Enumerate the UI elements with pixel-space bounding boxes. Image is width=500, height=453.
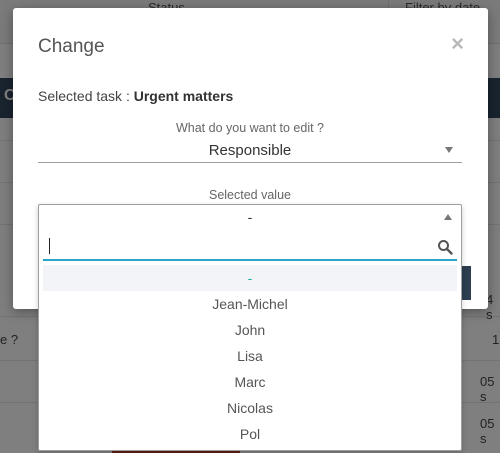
chevron-down-icon xyxy=(445,147,453,153)
option-pol[interactable]: Pol xyxy=(43,421,457,447)
edit-field-select[interactable]: Responsible xyxy=(38,139,462,163)
search-input[interactable] xyxy=(43,234,423,258)
dialog-title: Change xyxy=(38,36,105,57)
search-icon xyxy=(438,240,453,255)
chevron-up-icon xyxy=(444,214,452,220)
selected-task-label: Selected task : xyxy=(38,88,134,104)
edit-field-label: What do you want to edit ? xyxy=(175,121,324,135)
option-lisa[interactable]: Lisa xyxy=(43,343,457,369)
selected-task: Selected task : Urgent matters xyxy=(38,88,233,104)
dropdown-options: - Jean-Michel John Lisa Marc Nicolas Pol xyxy=(43,265,457,447)
selected-task-value: Urgent matters xyxy=(133,88,234,104)
selected-value-label: Selected value xyxy=(208,188,291,202)
value-select[interactable]: - xyxy=(39,205,461,229)
option-marc[interactable]: Marc xyxy=(43,369,457,395)
option-john[interactable]: John xyxy=(43,317,457,343)
text-cursor xyxy=(49,238,50,254)
edit-field-value: Responsible xyxy=(208,142,292,159)
dropdown-search xyxy=(43,234,457,261)
dialog-button-edge[interactable] xyxy=(461,266,471,300)
close-icon[interactable]: × xyxy=(451,33,464,55)
option-nicolas[interactable]: Nicolas xyxy=(43,395,457,421)
value-dropdown: - - Jean-Michel John Lisa Marc Nicolas P… xyxy=(38,204,462,451)
option-jean-michel[interactable]: Jean-Michel xyxy=(43,291,457,317)
option-none[interactable]: - xyxy=(43,265,457,291)
value-select-current: - xyxy=(247,209,253,225)
